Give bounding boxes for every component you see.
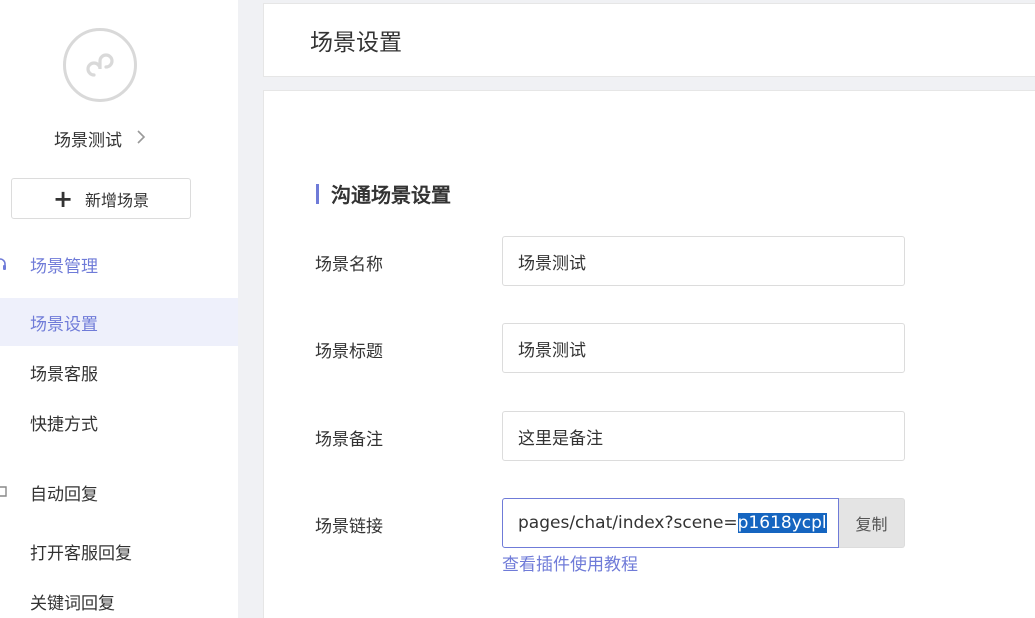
sidebar: 场景测试 + 新增场景 场景管理 场景设置 场景客服 快捷方式 自动回复 打开客… (0, 0, 238, 618)
link-selected-text: p1618ycpl (737, 513, 827, 533)
scene-name-label: 场景名称 (315, 255, 383, 275)
chevron-right-icon (136, 128, 146, 149)
settings-panel: 沟通场景设置 场景名称 场景标题 场景备注 场景链接 pages/chat/in… (263, 90, 1035, 618)
sidebar-item-label: 场景设置 (30, 314, 98, 335)
add-scene-button[interactable]: + 新增场景 (11, 178, 191, 219)
page-header: 场景设置 (263, 3, 1035, 77)
scene-title-label: 场景标题 (315, 342, 383, 362)
add-scene-label: 新增场景 (85, 190, 150, 210)
headset-icon (0, 257, 6, 270)
chat-bubble-icon (0, 485, 7, 497)
current-scene-name: 场景测试 (54, 131, 122, 151)
sidebar-item-label: 快捷方式 (30, 414, 98, 435)
menu-group-label: 场景管理 (30, 257, 98, 277)
menu-group-scene-management[interactable]: 场景管理 (0, 252, 98, 277)
copy-button[interactable]: 复制 (839, 498, 905, 548)
section-accent-bar (316, 183, 319, 204)
sidebar-item-label: 关键词回复 (30, 593, 115, 614)
scene-link-input[interactable]: pages/chat/index?scene= p1618ycpl (502, 498, 839, 548)
sidebar-item-scene-service[interactable]: 场景客服 (0, 348, 238, 396)
scene-title-input[interactable] (502, 323, 905, 373)
section-title: 沟通场景设置 (316, 179, 451, 208)
plugin-tutorial-link[interactable]: 查看插件使用教程 (502, 550, 638, 575)
plus-icon: + (52, 184, 74, 213)
sidebar-item-label: 场景客服 (30, 364, 98, 385)
sidebar-item-open-service-reply[interactable]: 打开客服回复 (0, 527, 238, 575)
sidebar-item-scene-settings[interactable]: 场景设置 (0, 298, 238, 346)
scene-link-label: 场景链接 (315, 517, 383, 537)
mini-program-logo-icon (63, 28, 137, 102)
scene-name-input[interactable] (502, 236, 905, 286)
scene-remark-input[interactable] (502, 411, 905, 461)
sidebar-item-label: 打开客服回复 (30, 543, 132, 564)
menu-group-label: 自动回复 (30, 485, 98, 505)
scene-link-group: pages/chat/index?scene= p1618ycpl 复制 (502, 498, 905, 548)
menu-group-auto-reply[interactable]: 自动回复 (0, 480, 98, 505)
scene-switcher[interactable]: 场景测试 (0, 126, 200, 151)
page-title: 场景设置 (310, 30, 402, 56)
scene-remark-label: 场景备注 (315, 430, 383, 450)
link-prefix-text: pages/chat/index?scene= (518, 513, 738, 533)
sidebar-item-shortcuts[interactable]: 快捷方式 (0, 398, 238, 446)
section-title-text: 沟通场景设置 (331, 183, 451, 207)
sidebar-item-keyword-reply[interactable]: 关键词回复 (0, 577, 238, 618)
